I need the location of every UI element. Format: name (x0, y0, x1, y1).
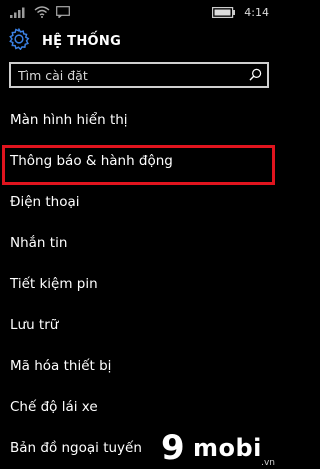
menu-item-driving-mode[interactable]: Chế độ lái xe (0, 387, 281, 428)
page-title: HỆ THỐNG (42, 33, 122, 49)
wifi-icon (34, 3, 50, 22)
status-right: 4:14 (212, 3, 269, 22)
menu-item-device-encryption[interactable]: Mã hóa thiết bị (0, 346, 281, 387)
message-icon (56, 3, 70, 22)
search-box[interactable] (9, 62, 269, 88)
gear-icon (8, 27, 30, 54)
menu-item-phone[interactable]: Điện thoại (0, 182, 281, 223)
status-bar: 4:14 (0, 0, 281, 20)
menu-item-notifications-actions[interactable]: Thông báo & hành động (0, 141, 281, 185)
page-header: HỆ THỐNG (8, 27, 122, 54)
watermark-logo: 9 mobi .vn (159, 428, 279, 468)
settings-menu: Màn hình hiển thị Thông báo & hành động … (0, 100, 281, 469)
battery-icon (212, 3, 236, 22)
watermark-nine: 9 (161, 428, 185, 468)
menu-item-battery-saver[interactable]: Tiết kiệm pin (0, 264, 281, 305)
search-button[interactable] (246, 66, 264, 84)
menu-item-storage[interactable]: Lưu trữ (0, 305, 281, 346)
menu-item-messaging[interactable]: Nhắn tin (0, 223, 281, 264)
menu-item-display[interactable]: Màn hình hiển thị (0, 100, 281, 141)
status-left (10, 3, 70, 22)
search-input[interactable] (11, 64, 242, 86)
clock: 4:14 (244, 6, 269, 19)
signal-bars-icon (10, 3, 28, 22)
watermark-word: mobi (193, 434, 262, 462)
watermark-suffix: .vn (261, 458, 275, 468)
search-icon (248, 66, 262, 85)
